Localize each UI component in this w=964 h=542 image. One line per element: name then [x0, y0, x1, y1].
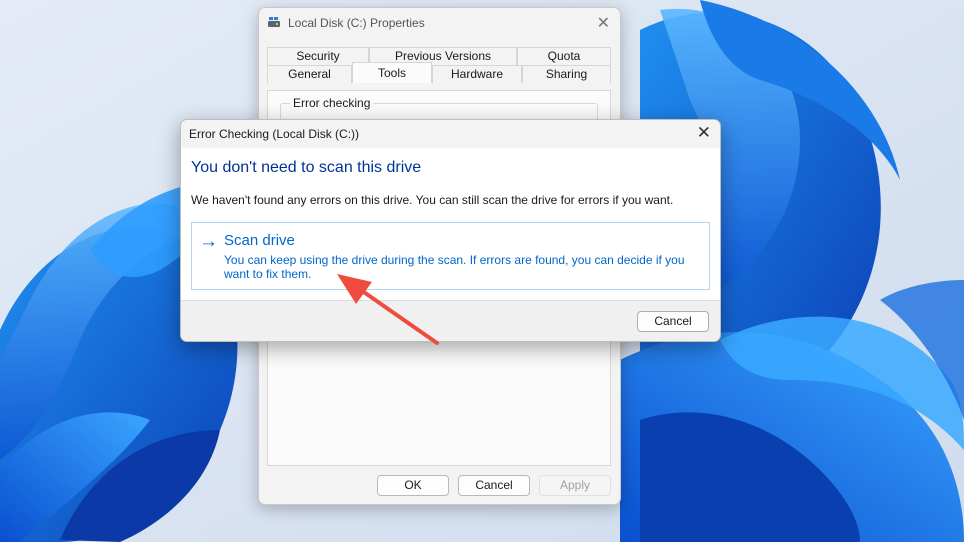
properties-cancel-button[interactable]: Cancel	[458, 475, 530, 496]
scan-drive-title: Scan drive	[224, 232, 295, 249]
dialog-footer: Cancel	[181, 300, 720, 341]
arrow-right-icon: →	[199, 231, 218, 252]
properties-title: Local Disk (C:) Properties	[288, 16, 425, 30]
dialog-titlebar[interactable]: Error Checking (Local Disk (C:)) ✕	[181, 120, 720, 148]
tab-quota[interactable]: Quota	[517, 47, 611, 65]
ok-button[interactable]: OK	[377, 475, 449, 496]
tabs-row-top: Security Previous Versions Quota	[267, 47, 611, 65]
tabs-row-bottom: General Tools Hardware Sharing	[267, 62, 611, 83]
error-checking-dialog: Error Checking (Local Disk (C:)) ✕ You d…	[180, 119, 721, 342]
tab-tools[interactable]: Tools	[352, 62, 432, 83]
apply-button[interactable]: Apply	[539, 475, 611, 496]
drive-icon	[268, 17, 280, 27]
tab-sharing[interactable]: Sharing	[522, 65, 611, 83]
dialog-cancel-button[interactable]: Cancel	[637, 311, 709, 332]
scan-drive-button[interactable]: → Scan drive You can keep using the driv…	[191, 222, 710, 290]
properties-titlebar[interactable]: Local Disk (C:) Properties ✕	[259, 8, 620, 38]
dialog-heading: You don't need to scan this drive	[191, 159, 422, 176]
dialog-body-text: We haven't found any errors on this driv…	[191, 193, 674, 207]
tab-hardware[interactable]: Hardware	[432, 65, 522, 83]
scan-drive-description: You can keep using the drive during the …	[224, 253, 685, 281]
dialog-title: Error Checking (Local Disk (C:))	[189, 127, 360, 141]
close-icon[interactable]: ✕	[697, 123, 711, 143]
error-checking-label: Error checking	[290, 96, 374, 110]
close-icon[interactable]: ✕	[597, 13, 610, 33]
tab-general[interactable]: General	[267, 65, 352, 83]
